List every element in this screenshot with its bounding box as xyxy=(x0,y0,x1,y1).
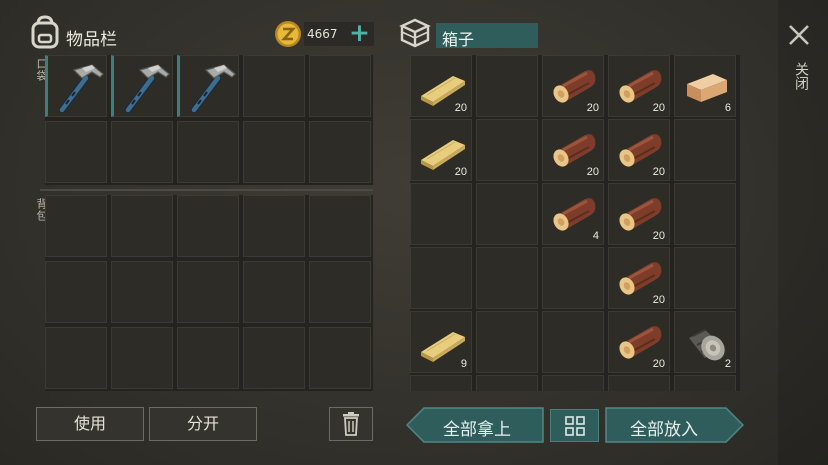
inventory-slot[interactable] xyxy=(309,261,371,323)
inventory-slot[interactable] xyxy=(45,327,107,389)
backpack-icon xyxy=(29,15,61,49)
sort-grid-icon xyxy=(565,416,585,436)
put-all-button[interactable]: 全部放入 xyxy=(605,407,744,443)
inventory-slot[interactable] xyxy=(243,195,305,257)
inventory-slot[interactable] xyxy=(177,327,239,389)
inventory-slot[interactable] xyxy=(243,121,305,183)
inventory-slot[interactable] xyxy=(45,195,107,257)
item-quantity: 2 xyxy=(724,358,731,370)
item-quantity: 20 xyxy=(652,230,665,242)
trash-icon xyxy=(343,412,359,436)
inventory-slot[interactable] xyxy=(476,119,538,181)
inventory-slot[interactable] xyxy=(674,183,736,245)
inventory-slot[interactable] xyxy=(243,55,305,117)
inventory-slot[interactable] xyxy=(476,247,538,309)
inventory-slot[interactable] xyxy=(177,55,239,117)
inventory-slot[interactable] xyxy=(177,121,239,183)
inventory-slot[interactable] xyxy=(476,311,538,373)
inventory-slot[interactable] xyxy=(111,121,173,183)
backpack-grid xyxy=(45,195,373,391)
close-icon[interactable] xyxy=(787,23,811,47)
inventory-slot[interactable]: 20 xyxy=(608,55,670,117)
inventory-slot[interactable]: 20 xyxy=(410,119,472,181)
item-quantity: 20 xyxy=(454,166,467,178)
inventory-slot[interactable]: 20 xyxy=(608,247,670,309)
take-all-label: 全部拿上 xyxy=(443,420,511,440)
inventory-slot[interactable]: 20 xyxy=(608,311,670,373)
take-all-button[interactable]: 全部拿上 xyxy=(406,407,544,443)
item-quantity: 20 xyxy=(652,358,665,370)
inventory-slot[interactable] xyxy=(309,327,371,389)
inventory-slot[interactable] xyxy=(410,247,472,309)
coin-balance: 4667 + xyxy=(304,18,374,47)
inventory-slot[interactable]: 9 xyxy=(410,311,472,373)
inventory-slot[interactable] xyxy=(243,261,305,323)
add-coins-button[interactable]: + xyxy=(349,18,370,47)
inventory-slot[interactable] xyxy=(243,327,305,389)
item-quantity: 20 xyxy=(652,294,665,306)
inventory-slot[interactable]: 20 xyxy=(608,119,670,181)
item-quantity: 20 xyxy=(586,166,599,178)
inventory-slot[interactable] xyxy=(111,55,173,117)
split-button-label: 分开 xyxy=(186,414,219,433)
inventory-slot[interactable] xyxy=(177,261,239,323)
use-button[interactable]: 使用 xyxy=(36,407,144,441)
coin-count: 4667 xyxy=(307,27,338,41)
item-quantity: 20 xyxy=(586,102,599,114)
divider xyxy=(40,189,373,191)
close-label[interactable]: 关闭 xyxy=(791,62,811,90)
inventory-slot[interactable]: 20 xyxy=(608,183,670,245)
inventory-slot[interactable] xyxy=(45,261,107,323)
inventory-slot[interactable] xyxy=(111,261,173,323)
trash-button[interactable] xyxy=(329,407,373,441)
inventory-slot[interactable] xyxy=(674,247,736,309)
inventory-slot[interactable] xyxy=(476,183,538,245)
inventory-slot[interactable] xyxy=(111,195,173,257)
inventory-slot[interactable] xyxy=(177,195,239,257)
inventory-slot[interactable] xyxy=(674,375,736,391)
sort-button[interactable] xyxy=(550,409,599,442)
inventory-title: 物品栏 xyxy=(66,30,117,50)
chest-title: 箱子 xyxy=(442,30,475,49)
coin-icon xyxy=(274,20,302,48)
inventory-slot[interactable] xyxy=(309,195,371,257)
inventory-slot[interactable] xyxy=(542,247,604,309)
inventory-slot[interactable] xyxy=(476,375,538,391)
item-quantity: 9 xyxy=(460,358,467,370)
inventory-slot[interactable] xyxy=(309,121,371,183)
inventory-slot[interactable] xyxy=(410,183,472,245)
inventory-slot[interactable] xyxy=(542,375,604,391)
inventory-slot[interactable]: 20 xyxy=(542,55,604,117)
item-quantity: 20 xyxy=(652,166,665,178)
item-quantity: 6 xyxy=(724,102,731,114)
inventory-slot[interactable]: 2 xyxy=(674,311,736,373)
inventory-slot[interactable] xyxy=(476,55,538,117)
put-all-label: 全部放入 xyxy=(630,420,698,440)
use-button-label: 使用 xyxy=(73,414,106,433)
inventory-slot[interactable] xyxy=(674,119,736,181)
item-quantity: 4 xyxy=(592,230,599,242)
inventory-slot[interactable]: 20 xyxy=(542,119,604,181)
inventory-slot[interactable] xyxy=(542,311,604,373)
close-panel[interactable]: 关闭 xyxy=(778,0,828,465)
pocket-grid xyxy=(45,55,373,185)
inventory-slot[interactable] xyxy=(410,375,472,391)
inventory-slot[interactable] xyxy=(608,375,670,391)
inventory-slot[interactable]: 6 xyxy=(674,55,736,117)
split-button[interactable]: 分开 xyxy=(149,407,257,441)
inventory-slot[interactable] xyxy=(309,55,371,117)
chest-title-bar: 箱子 xyxy=(436,23,538,49)
inventory-slot[interactable]: 20 xyxy=(410,55,472,117)
inventory-slot[interactable]: 4 xyxy=(542,183,604,245)
chest-icon xyxy=(398,17,432,49)
inventory-slot[interactable] xyxy=(45,55,107,117)
item-quantity: 20 xyxy=(652,102,665,114)
inventory-slot[interactable] xyxy=(45,121,107,183)
inventory-slot[interactable] xyxy=(111,327,173,389)
item-quantity: 20 xyxy=(454,102,467,114)
chest-grid: 20 20 20 6 20 20 20 4 20 20 9 20 2 xyxy=(410,55,740,391)
